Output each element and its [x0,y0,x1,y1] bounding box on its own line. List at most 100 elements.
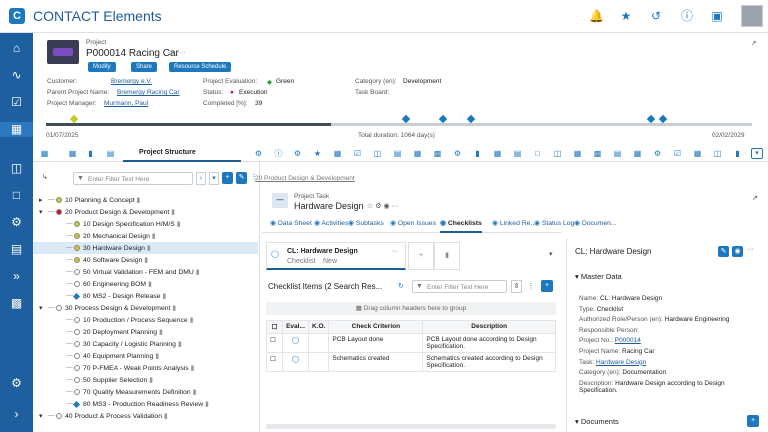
tab-icon[interactable]: ⚙ [453,149,462,158]
favorite-icon[interactable]: ☆ [168,49,174,57]
expand-icon[interactable]: ▸ [39,196,47,204]
chevron-down-icon[interactable]: ▾ [549,250,553,258]
tree-item[interactable]: — 80 MS3 - Production Readiness Review ▮ [33,398,258,410]
document-icon[interactable]: ◫ [9,161,24,176]
task-tab[interactable]: ◉ Checklists [440,219,482,233]
task-tab[interactable]: ◉ Documen... [574,219,617,233]
tab-icon[interactable]: ⚙ [653,149,662,158]
tree-item[interactable]: — 30 Hardware Design ▮ [33,242,258,254]
tree-item[interactable]: — 30 Capacity / Logistic Planning ▮ [33,338,258,350]
tree-item[interactable]: — 70 Quality Measurements Definition ▮ [33,386,258,398]
add-button[interactable]: + [222,172,233,184]
home-icon[interactable]: ⌂ [9,41,24,56]
drag-handle-icon[interactable]: — [66,220,73,227]
tab-icon[interactable]: ▦ [40,149,49,158]
edit-icon[interactable]: ✎ [718,246,729,257]
tree-item[interactable]: — 70 P-FMEA - Weak Points Analysis ▮ [33,362,258,374]
task-tab[interactable]: ◉ Open Issues [390,219,436,233]
drag-handle-icon[interactable]: — [66,232,73,239]
tree-item[interactable]: ▾ — 20 Product Design & Development ▮ [33,206,258,218]
manager-link[interactable]: Murmann, Paul [104,100,148,107]
tab-icon[interactable]: ▤ [393,149,402,158]
add-item-button[interactable]: + [541,280,553,292]
task-tab[interactable]: ◉ Subtasks [348,219,384,233]
tree-item[interactable]: — 60 Engineering BOM ▮ [33,278,258,290]
task-tab[interactable]: ◉ Linked Re... [492,219,536,233]
task-tab[interactable]: ◉ Data Sheet [270,219,312,233]
column-header[interactable]: K.O. [307,320,330,334]
drag-handle-icon[interactable]: — [66,400,73,407]
tree-filter-field[interactable]: ▼ Enter Filter Text Here [73,172,193,185]
tab-icon[interactable]: ▦ [413,149,422,158]
tree-item[interactable]: ▸ — 10 Planning & Concept ▮ [33,194,258,206]
info-icon[interactable]: ⓘ [680,9,694,23]
share-button[interactable]: Share [131,62,158,72]
modify-button[interactable]: Modify [88,62,116,72]
tab-icon[interactable]: ⚙ [254,149,263,158]
tab-icon[interactable]: ☑ [673,149,682,158]
folder-icon[interactable]: □ [9,188,24,203]
drag-handle-icon[interactable]: — [66,316,73,323]
drag-handle-icon[interactable]: — [66,292,73,299]
column-header[interactable]: Check Criterion [328,320,424,334]
tree-item[interactable]: — 40 Software Design ▮ [33,254,258,266]
expand-icon[interactable]: ▾ [39,304,47,312]
edit-icon[interactable]: ✎ [236,172,247,184]
drag-handle-icon[interactable]: — [66,328,73,335]
tab-icon[interactable]: ◫ [553,149,562,158]
tab-icon[interactable]: ▦ [573,149,582,158]
drag-handle-icon[interactable]: — [48,304,55,311]
tab-overflow-button[interactable]: ▾ [751,148,763,159]
tree-item[interactable]: — 50 Virtual Validation - FEM and DMU ▮ [33,266,258,278]
tree-item[interactable]: — 80 MS2 - Design Release ▮ [33,290,258,302]
more-icon[interactable]: ··· [391,248,398,255]
activity-icon[interactable]: ∿ [9,68,24,83]
drag-handle-icon[interactable]: — [66,268,73,275]
tab-icon[interactable]: ▦ [68,149,77,158]
tree-item[interactable]: — 10 Design Specification H/M/S ▮ [33,218,258,230]
expand-icon[interactable]: ▾ [39,412,47,420]
documents-section[interactable]: ▾ Documents [575,417,619,426]
tab-icon[interactable]: ▩ [433,149,442,158]
history-icon[interactable]: ↺ [649,9,663,23]
field-value[interactable]: Hardware Design [596,359,646,366]
task-tab[interactable]: ◉ Activities [314,219,348,233]
refresh-icon[interactable]: ↻ [398,282,404,290]
expand-icon[interactable]: ▾ [39,208,47,216]
add-checklist-button[interactable]: + [408,242,434,270]
horizontal-scrollbar[interactable] [266,424,556,429]
dropdown-button[interactable]: ▾ [209,172,219,185]
chart-icon[interactable]: ▮ [434,242,460,270]
tab-icon[interactable]: ▮ [473,149,482,158]
drag-handle-icon[interactable]: — [66,280,73,287]
tree-item[interactable]: — 20 Mechanical Design ▮ [33,230,258,242]
tab-icon[interactable]: ⓘ [274,149,283,158]
tab-project-structure[interactable]: Project Structure [123,146,241,162]
tab-icon[interactable]: □ [533,149,542,158]
column-options-icon[interactable]: ⇕ [511,280,522,293]
more-icon[interactable]: ··· [747,246,754,253]
checklist-card[interactable]: ◯ CL: Hardware Design Checklist New ··· [266,242,406,270]
more-icon[interactable]: ⋮ [526,280,536,293]
tab-icon[interactable]: ▮ [86,149,95,158]
gear-icon[interactable]: ⚙ [9,215,24,230]
table-row[interactable]: ☐ ◯ PCB Layout done PCB Layout done acco… [266,333,556,353]
forward-icon[interactable]: » [9,269,24,284]
tab-icon[interactable]: ▮ [733,149,742,158]
tab-icon[interactable]: ▩ [593,149,602,158]
tree-item[interactable]: — 40 Equipment Planning ▮ [33,350,258,362]
tree-item[interactable]: — 20 Deployment Planning ▮ [33,326,258,338]
settings-icon[interactable]: ⚙ [9,376,24,391]
building-icon[interactable]: ▩ [9,296,24,311]
parent-link[interactable]: Bremergy Racing Car [117,89,180,96]
column-header[interactable]: Eval... [282,320,309,334]
tab-icon[interactable]: ▦ [633,149,642,158]
collapse-all-icon[interactable]: ↳ [42,173,54,183]
next-button[interactable]: › [196,172,206,185]
select-all-checkbox[interactable]: ☐ [266,320,283,334]
items-filter-field[interactable]: ▼ Enter Filter Text Here [412,280,507,293]
checklist-icon[interactable]: ☑ [9,95,24,110]
tab-icon[interactable]: ▦ [693,149,702,158]
tree-item[interactable]: ▾ — 30 Process Design & Development ▮ [33,302,258,314]
drag-handle-icon[interactable]: — [48,208,55,215]
